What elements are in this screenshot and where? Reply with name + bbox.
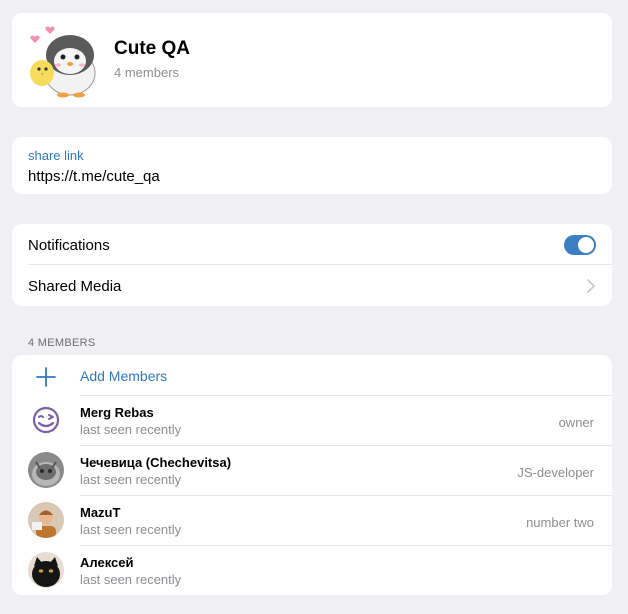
member-row[interactable]: Merg Rebas last seen recently owner bbox=[12, 395, 612, 445]
member-status: last seen recently bbox=[80, 522, 182, 537]
add-members-button[interactable]: Add Members bbox=[80, 368, 167, 384]
member-avatar bbox=[28, 502, 64, 538]
group-title: Cute QA bbox=[114, 38, 190, 59]
group-avatar[interactable] bbox=[25, 23, 101, 99]
divider bbox=[28, 264, 612, 265]
member-status: last seen recently bbox=[80, 472, 182, 487]
member-avatar bbox=[28, 452, 64, 488]
notifications-label: Notifications bbox=[28, 237, 110, 254]
plus-icon[interactable] bbox=[35, 366, 57, 388]
member-row[interactable]: Чечевица (Chechevitsa) last seen recentl… bbox=[12, 445, 612, 495]
notifications-toggle[interactable] bbox=[564, 235, 596, 255]
toggle-knob bbox=[578, 237, 594, 253]
cat-photo-icon bbox=[28, 452, 64, 488]
black-cat-photo-icon bbox=[28, 552, 64, 588]
member-row[interactable]: Алексей last seen recently bbox=[12, 545, 612, 595]
shared-media-row[interactable]: Shared Media bbox=[28, 278, 121, 295]
member-role: number two bbox=[526, 515, 594, 530]
member-name: Алексей bbox=[80, 555, 134, 570]
member-name: Чечевица (Chechevitsa) bbox=[80, 455, 232, 470]
share-link-label: share link bbox=[28, 148, 84, 163]
group-header-card: Cute QA 4 members bbox=[12, 13, 612, 107]
person-photo-icon bbox=[28, 502, 64, 538]
members-section-header: 4 MEMBERS bbox=[28, 337, 96, 349]
winking-smiley-icon bbox=[32, 406, 60, 434]
member-name: Merg Rebas bbox=[80, 405, 154, 420]
share-link-card[interactable]: share link https://t.me/cute_qa bbox=[12, 137, 612, 194]
member-avatar bbox=[28, 402, 64, 438]
member-status: last seen recently bbox=[80, 572, 182, 587]
member-role: owner bbox=[558, 415, 594, 430]
share-link-url[interactable]: https://t.me/cute_qa bbox=[28, 168, 160, 185]
member-avatar bbox=[28, 552, 64, 588]
member-role: JS-developer bbox=[517, 465, 594, 480]
settings-card: Notifications Shared Media bbox=[12, 224, 612, 306]
members-card: Add Members Merg Rebas last seen recentl… bbox=[12, 355, 612, 595]
member-status: last seen recently bbox=[80, 422, 182, 437]
penguin-chick-sticker-icon bbox=[30, 26, 96, 98]
member-count: 4 members bbox=[114, 65, 180, 80]
member-name: MazuT bbox=[80, 505, 121, 520]
member-row[interactable]: MazuT last seen recently number two bbox=[12, 495, 612, 545]
chevron-right-icon bbox=[587, 279, 595, 293]
